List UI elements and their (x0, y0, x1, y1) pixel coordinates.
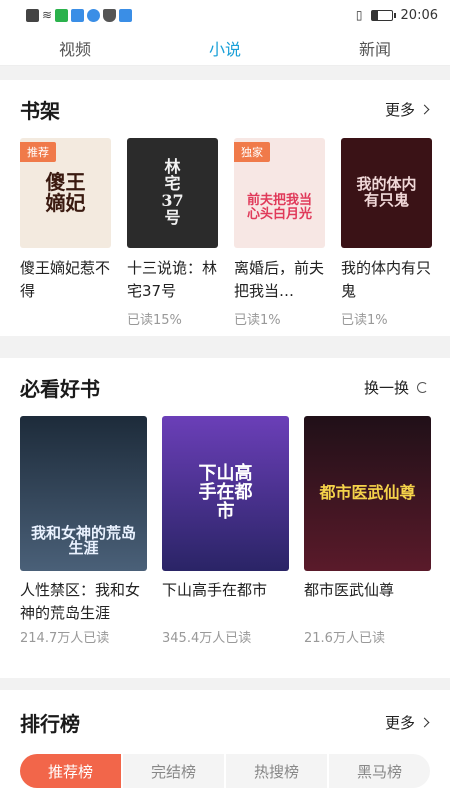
shield-icon (103, 8, 117, 22)
shelf-book[interactable]: 我的体内有只鬼 我的体内有只鬼 已读1% (341, 138, 432, 328)
tab-news[interactable]: 新闻 (300, 36, 450, 60)
shelf-more-label: 更多 (384, 100, 415, 119)
book-title: 我的体内有只鬼 (341, 259, 432, 300)
shelf-header: 书架 更多 (0, 80, 450, 138)
ranking-tabs: 推荐榜 完结榜 热搜榜 黑马榜 (20, 754, 430, 788)
read-progress: 已读1% (341, 313, 388, 328)
read-progress: 已读1% (234, 313, 281, 328)
read-count: 345.4万人已读 (162, 631, 252, 646)
ranking-header: 排行榜 更多 (0, 690, 450, 754)
cloud-icon (71, 8, 85, 22)
must-read-section: 必看好书 换一换 我和女神的荒岛生涯 人性禁区：我和女神的荒岛生涯 214.7万… (0, 358, 450, 678)
shelf-section: 书架 更多 推荐 傻王嫡妃 傻王嫡妃惹不得 林宅37号 十三说诡：林宅37号 已… (0, 80, 450, 336)
status-icons: ≋ (26, 8, 133, 22)
cover-title: 我和女神的荒岛生涯 (30, 523, 136, 558)
bulb-icon (87, 8, 101, 22)
read-count: 214.7万人已读 (20, 631, 110, 646)
book-title: 十三说诡：林宅37号 (127, 259, 218, 300)
must-read-book[interactable]: 我和女神的荒岛生涯 人性禁区：我和女神的荒岛生涯 214.7万人已读 (20, 416, 147, 646)
tab-recommend[interactable]: 推荐榜 (20, 754, 123, 788)
ranking-more-label: 更多 (384, 713, 415, 732)
must-read-book[interactable]: 下山高手在都市 下山高手在都市 345.4万人已读 (162, 416, 289, 646)
cover-title: 下山高手在都市 (198, 463, 253, 522)
shelf-book[interactable]: 林宅37号 十三说诡：林宅37号 已读15% (127, 138, 218, 328)
book-title: 傻王嫡妃惹不得 (20, 259, 111, 300)
book-title: 人性禁区：我和女神的荒岛生涯 (20, 581, 141, 622)
top-tabs: 视频 小说 新闻 (0, 30, 450, 66)
recommend-badge: 推荐 (20, 142, 56, 162)
shelf-list: 推荐 傻王嫡妃 傻王嫡妃惹不得 林宅37号 十三说诡：林宅37号 已读15% 独… (0, 138, 450, 328)
book-title: 离婚后，前夫把我当… (234, 259, 325, 300)
book-cover: 我的体内有只鬼 (341, 138, 432, 248)
cover-title: 我的体内有只鬼 (356, 175, 417, 209)
book-cover: 林宅37号 (127, 138, 218, 248)
cover-title: 林宅37号 (161, 157, 184, 227)
shuffle-label: 换一换 (363, 378, 409, 397)
must-read-header: 必看好书 换一换 (0, 358, 450, 416)
exclusive-badge: 独家 (234, 142, 270, 162)
notification-icon (26, 8, 39, 22)
shelf-book[interactable]: 独家 前夫把我当心头白月光 离婚后，前夫把我当… 已读1% (234, 138, 325, 328)
wifi-icon: ≋ (42, 8, 53, 22)
shelf-more-button[interactable]: 更多 (384, 99, 430, 120)
book-cover: 独家 前夫把我当心头白月光 (234, 138, 325, 248)
battery-fill (371, 10, 378, 20)
tab-hot-search[interactable]: 热搜榜 (226, 754, 329, 788)
read-count: 21.6万人已读 (304, 631, 385, 646)
cover-title: 都市医武仙尊 (319, 483, 416, 503)
book-cover: 下山高手在都市 (162, 416, 289, 571)
status-bar: ≋ ▯ 20:06 (0, 0, 450, 30)
must-read-title: 必看好书 (20, 376, 100, 401)
ranking-section: 排行榜 更多 推荐榜 完结榜 热搜榜 黑马榜 (0, 690, 450, 800)
cover-title: 前夫把我当心头白月光 (246, 193, 312, 222)
wechat-icon (55, 8, 69, 22)
book-cover: 我和女神的荒岛生涯 (20, 416, 147, 571)
must-read-book[interactable]: 都市医武仙尊 都市医武仙尊 21.6万人已读 (304, 416, 431, 646)
tab-novel[interactable]: 小说 (150, 36, 300, 60)
book-title: 下山高手在都市 (162, 581, 268, 599)
shuffle-button[interactable]: 换一换 (364, 377, 428, 398)
tab-dark-horse[interactable]: 黑马榜 (329, 754, 430, 788)
ranking-more-button[interactable]: 更多 (384, 712, 430, 733)
battery-icon (370, 9, 396, 21)
tab-completed[interactable]: 完结榜 (123, 754, 226, 788)
cloud-icon-2 (119, 8, 133, 22)
chevron-right-icon (419, 104, 430, 114)
tab-video[interactable]: 视频 (0, 36, 150, 60)
refresh-icon (417, 381, 428, 393)
chevron-right-icon (419, 717, 430, 727)
book-title: 都市医武仙尊 (304, 581, 395, 599)
must-read-list: 我和女神的荒岛生涯 人性禁区：我和女神的荒岛生涯 214.7万人已读 下山高手在… (0, 416, 450, 646)
book-cover: 推荐 傻王嫡妃 (20, 138, 111, 248)
clock: 20:06 (400, 7, 438, 23)
status-right: ▯ 20:06 (356, 8, 438, 23)
shelf-book[interactable]: 推荐 傻王嫡妃 傻王嫡妃惹不得 (20, 138, 111, 328)
ranking-title: 排行榜 (20, 711, 80, 736)
book-cover: 都市医武仙尊 (304, 416, 431, 571)
shelf-title: 书架 (20, 98, 60, 123)
read-progress: 已读15% (127, 313, 182, 328)
cover-title: 傻王嫡妃 (45, 170, 86, 215)
vibrate-icon: ▯ (355, 8, 363, 22)
